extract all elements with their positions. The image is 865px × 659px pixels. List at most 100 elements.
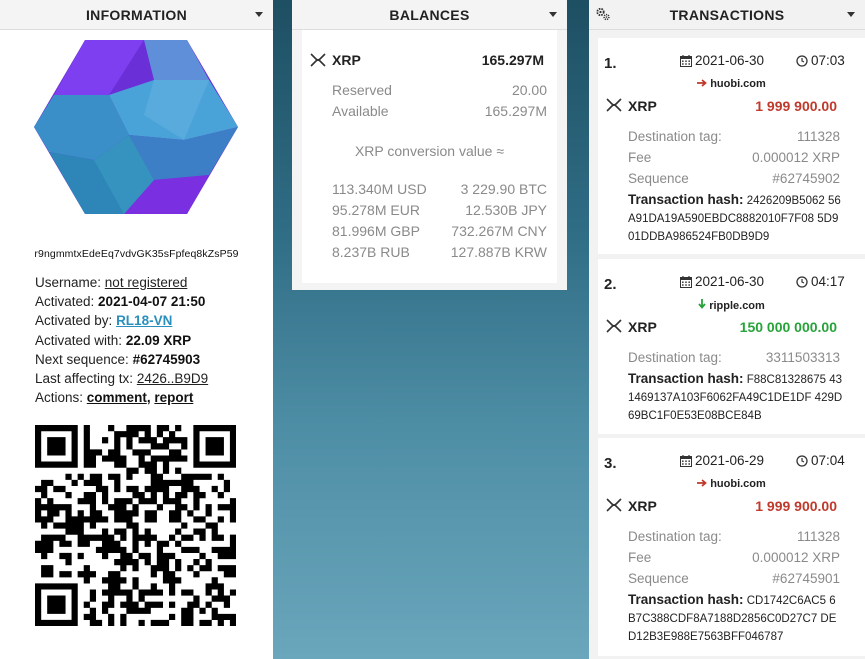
conversion-left: 113.340M USD: [332, 181, 427, 197]
destination-tag-label: Destination tag:: [628, 129, 722, 144]
transaction-hash-label: Transaction hash:: [628, 371, 744, 386]
transaction-currency: XRP: [628, 498, 657, 514]
actions-separator: ,: [146, 390, 151, 406]
transaction-time: 07:04: [796, 453, 845, 468]
fee-value: 0.000012 XRP: [752, 150, 840, 165]
actions-label: Actions:: [35, 390, 84, 406]
conversion-right: 732.267M CNY: [451, 223, 547, 239]
qr-modules: [35, 425, 237, 627]
balances-title: BALANCES: [389, 6, 470, 23]
sequence-value: #62745902: [772, 171, 840, 186]
transaction-source-name: huobi.com: [710, 478, 766, 490]
username-label: Username:: [35, 275, 102, 290]
activated-row: Activated: 2021-04-07 21:50: [35, 292, 208, 311]
clock-icon: [796, 276, 808, 288]
calendar-icon: [680, 55, 692, 67]
transaction-date: 2021-06-30: [680, 274, 764, 289]
destination-tag-value: 111328: [796, 129, 840, 144]
transaction-amount: 1 999 900.00: [755, 98, 837, 114]
transaction-time-value: 04:17: [811, 274, 845, 289]
activated-value: 2021-04-07 21:50: [98, 294, 206, 310]
activated-with-value: 22.09 XRP: [125, 332, 192, 348]
information-header[interactable]: INFORMATION: [0, 0, 273, 30]
activated-with-label: Activated with:: [35, 332, 123, 348]
transaction-time: 07:03: [796, 53, 845, 68]
transaction-currency: XRP: [628, 319, 657, 335]
available-label: Available: [332, 103, 389, 119]
transactions-header[interactable]: TRANSACTIONS: [589, 0, 865, 30]
caret-down-icon[interactable]: [549, 12, 557, 17]
transaction-source-name: ripple.com: [709, 300, 765, 312]
balances-content: XRP 165.297M Reserved 20.00 Available 16…: [302, 30, 557, 283]
report-link[interactable]: report: [154, 390, 193, 405]
next-sequence-label: Next sequence:: [35, 351, 129, 367]
clock-icon: [796, 55, 808, 67]
last-tx-label: Last affecting tx:: [35, 371, 134, 387]
comment-link[interactable]: comment: [87, 390, 147, 405]
transaction-hash[interactable]: Transaction hash: 2426209B5062 56A91DA19…: [628, 191, 843, 246]
gears-icon[interactable]: [595, 6, 611, 22]
transaction-date: 2021-06-30: [680, 53, 764, 68]
xrp-logo-icon: [606, 98, 622, 112]
next-sequence-value: #62745903: [132, 351, 201, 367]
actions-row: Actions: comment, report: [35, 388, 208, 407]
activated-label: Activated:: [35, 294, 95, 310]
transaction-hash[interactable]: Transaction hash: F88C81328675 431469137…: [628, 370, 843, 425]
account-address[interactable]: r9ngmmtxEdeEq7vdvGK35sFpfeq8kZsP59: [0, 248, 273, 260]
information-panel: INFORMATION r9ngmmtxEdeEq7vdvGK35sFpfeq8…: [0, 0, 273, 659]
username-link[interactable]: not registered: [105, 275, 188, 290]
xrp-logo-icon: [310, 53, 326, 67]
calendar-icon: [680, 455, 692, 467]
arrow-right-icon: [697, 79, 708, 87]
caret-down-icon[interactable]: [847, 12, 855, 17]
conversion-right: 127.887B KRW: [450, 244, 547, 260]
transaction-currency: XRP: [628, 98, 657, 114]
transactions-title: TRANSACTIONS: [669, 6, 785, 23]
transaction-number: 1.: [604, 55, 617, 72]
destination-tag-label: Destination tag:: [628, 350, 722, 365]
transaction-hash[interactable]: Transaction hash: CD1742C6AC5 6B7C388CDF…: [628, 591, 843, 646]
xrp-logo-icon: [606, 319, 622, 333]
balances-panel: BALANCES XRP 165.297M Reserved 20.00 Ava…: [292, 0, 567, 290]
fee-value: 0.000012 XRP: [752, 550, 840, 565]
transactions-panel: TRANSACTIONS 1. 2021-06-30 07:03 huobi.c…: [589, 0, 865, 659]
transaction-source-name: huobi.com: [710, 78, 766, 90]
next-sequence-row: Next sequence: #62745903: [35, 350, 208, 369]
transaction-date-value: 2021-06-29: [695, 453, 765, 468]
transaction-source[interactable]: huobi.com: [598, 478, 865, 490]
transaction-date-value: 2021-06-30: [695, 53, 765, 68]
hexagon-avatar-icon: [34, 40, 238, 214]
transaction-source[interactable]: huobi.com: [598, 78, 865, 90]
last-tx-row: Last affecting tx: 2426..B9D9: [35, 369, 208, 388]
transaction-card[interactable]: 2. 2021-06-30 04:17 ripple.com XRP 150 0…: [598, 259, 865, 434]
conversion-left: 81.996M GBP: [332, 223, 420, 239]
conversion-title: XRP conversion value ≈: [354, 143, 505, 159]
sequence-label: Sequence: [628, 171, 689, 186]
transaction-card[interactable]: 3. 2021-06-29 07:04 huobi.com XRP 1 999 …: [598, 438, 865, 656]
activated-by-row: Activated by: RL18-VN: [35, 311, 208, 330]
qr-code: [35, 425, 237, 627]
conversion-right: 12.530B JPY: [465, 202, 547, 218]
fee-label: Fee: [628, 150, 652, 165]
information-title: INFORMATION: [85, 6, 188, 23]
transaction-hash-label: Transaction hash:: [628, 592, 744, 607]
transaction-card[interactable]: 1. 2021-06-30 07:03 huobi.com XRP 1 999 …: [598, 38, 865, 254]
transaction-source[interactable]: ripple.com: [598, 299, 865, 312]
calendar-icon: [680, 276, 692, 288]
activated-by-link[interactable]: RL18-VN: [116, 313, 172, 328]
last-tx-link[interactable]: 2426..B9D9: [137, 371, 208, 386]
caret-down-icon[interactable]: [255, 12, 263, 17]
conversion-left: 95.278M EUR: [332, 202, 420, 218]
destination-tag-value: 111328: [796, 529, 840, 544]
username-row: Username: not registered: [35, 273, 208, 292]
balance-currency: XRP: [332, 52, 361, 68]
clock-icon: [796, 455, 808, 467]
xrp-logo-icon: [606, 498, 622, 512]
transaction-date: 2021-06-29: [680, 453, 764, 468]
arrow-right-icon: [697, 479, 708, 487]
balances-header[interactable]: BALANCES: [292, 0, 567, 30]
transaction-amount: 150 000 000.00: [739, 319, 837, 335]
arrow-down-icon: [698, 299, 706, 309]
destination-tag-value: 3311503313: [765, 350, 840, 365]
qr-code-icon: [35, 425, 237, 627]
